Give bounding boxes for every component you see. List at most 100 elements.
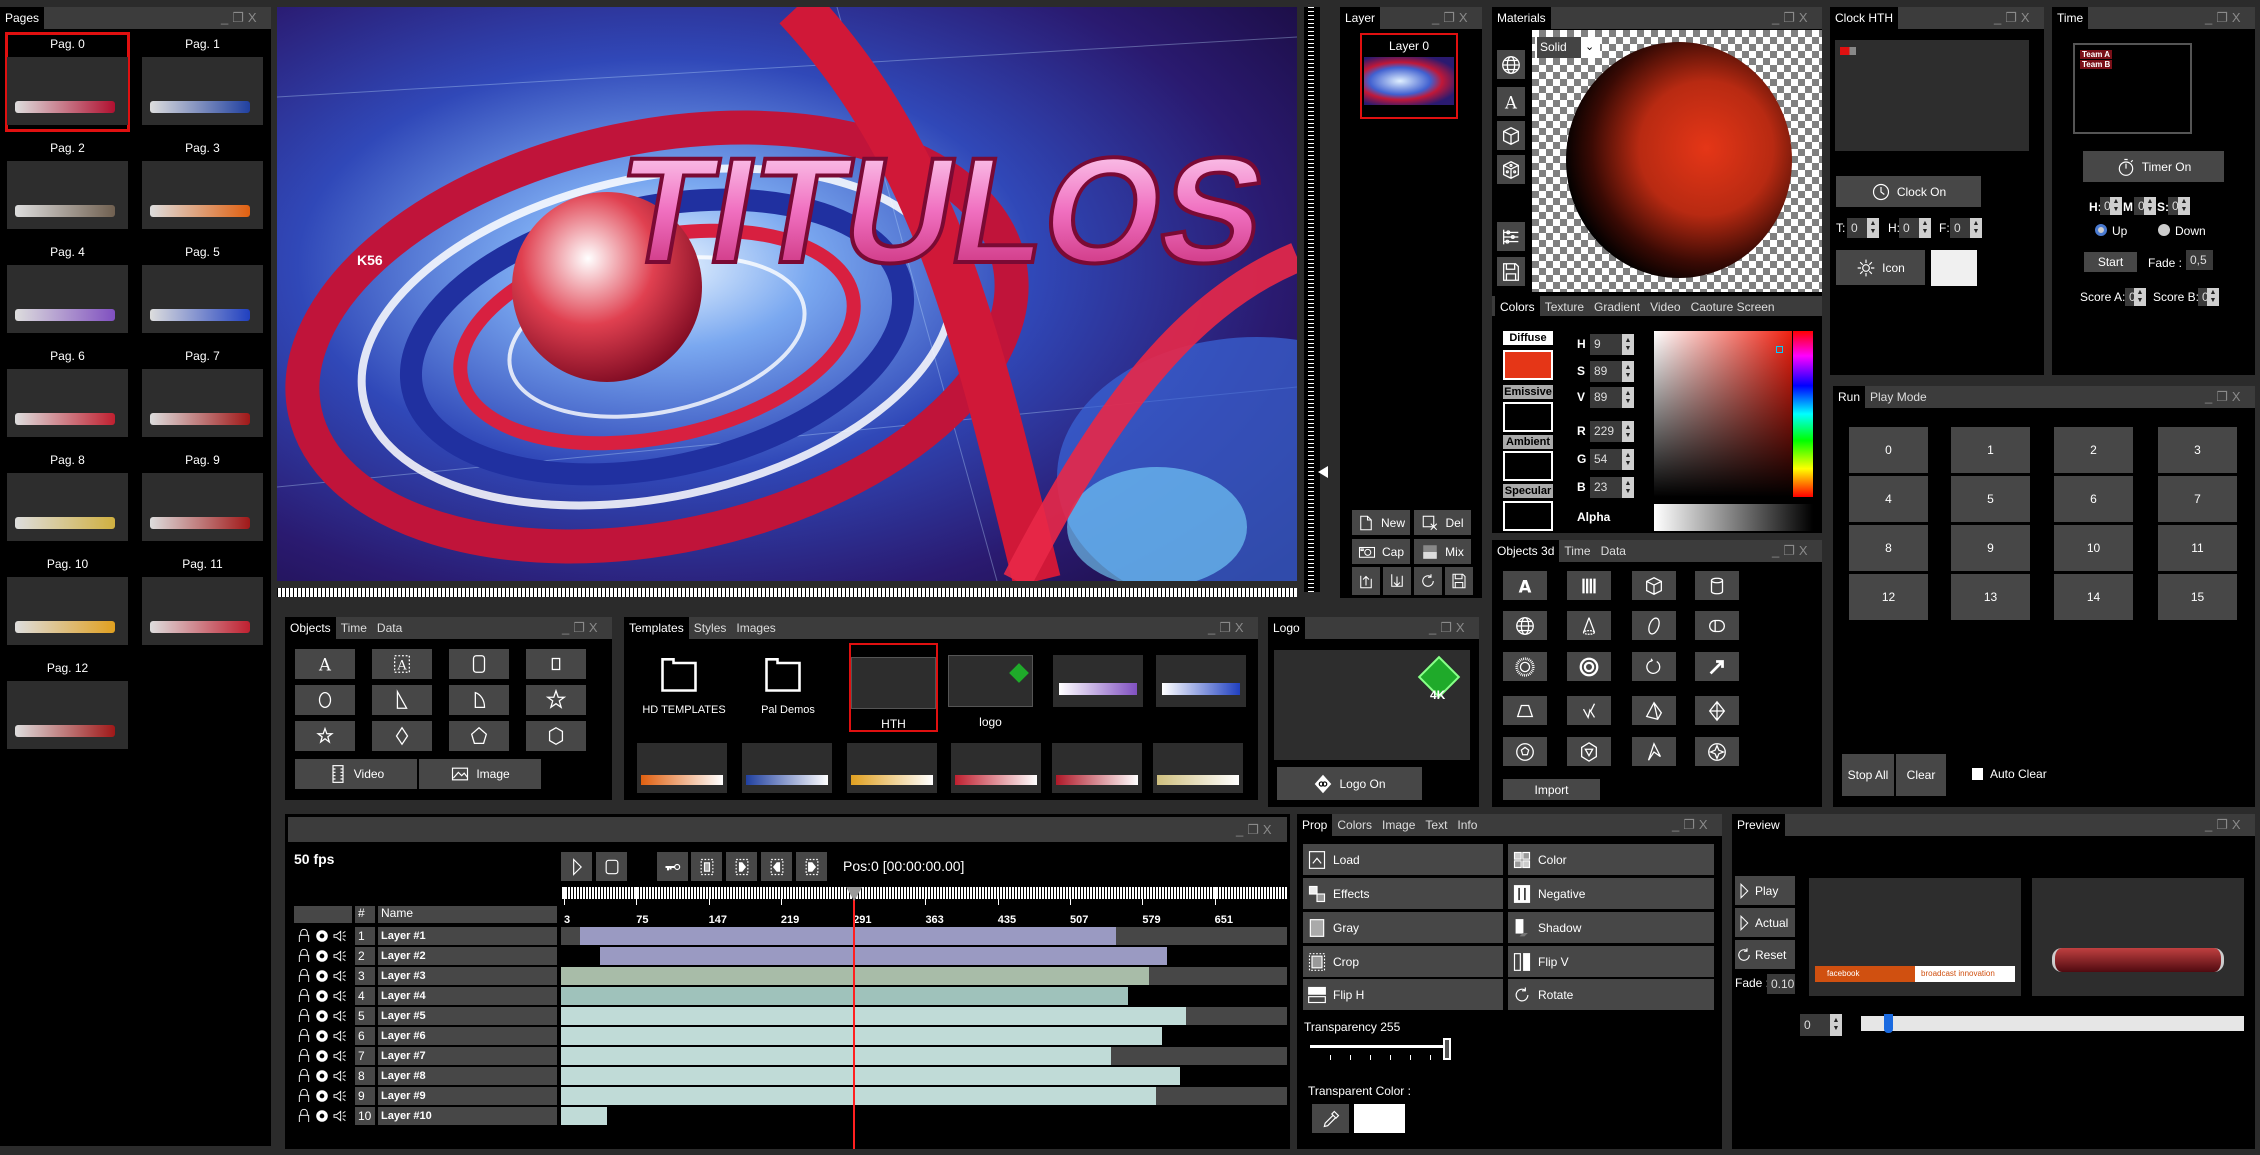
layer-clip-bar[interactable] [561,987,1129,1005]
material-slot-label[interactable]: Diffuse [1503,331,1553,345]
prev-key-button[interactable] [761,852,792,881]
close-button[interactable]: X [1456,620,1469,635]
layer-clip-bar[interactable] [561,1067,1181,1085]
negative-button[interactable]: Negative [1508,878,1714,909]
minimize-button[interactable]: _ [2205,10,2216,25]
color-button[interactable]: Color [1508,844,1714,875]
timer-field-s-spinner[interactable]: ▲ ▼ [2178,197,2190,215]
object3d-torus[interactable] [1503,652,1547,681]
run-button-5[interactable]: 5 [1951,476,2030,522]
page-item[interactable]: Pag. 4 [7,242,128,338]
next-key-button[interactable] [726,852,757,881]
page-item[interactable]: Pag. 9 [142,450,263,546]
play-preview-button[interactable]: Play [1735,876,1795,905]
preview-timeline-slider[interactable] [1861,1016,2244,1031]
run-button-15[interactable]: 15 [2158,574,2237,620]
close-button[interactable]: X [1459,10,1472,25]
run-button-10[interactable]: 10 [2054,525,2133,571]
layer-clip-bar[interactable] [561,1027,1163,1045]
color-field-s-spinner[interactable]: ▲ ▼ [1622,361,1634,382]
layer-clip-bar[interactable] [561,1087,1157,1105]
object3d-zigzag[interactable] [1567,696,1611,725]
logo-on-button[interactable]: Logo On [1277,767,1422,800]
material-tool-save[interactable] [1497,257,1525,286]
clock-field-f[interactable]: 0 [1950,218,1970,238]
run-button-4[interactable]: 4 [1849,476,1928,522]
tab-gradient[interactable]: Gradient [1589,296,1645,318]
tab-caoture-screen[interactable]: Caoture Screen [1686,296,1780,318]
transparent-color-swatch[interactable] [1354,1104,1405,1133]
fade-input[interactable]: 0,5 [2186,250,2213,270]
program-preview[interactable]: TITULOS K56 [277,7,1297,581]
export-button[interactable] [1383,567,1411,595]
score-field-1-spinner[interactable]: ▲ ▼ [2207,288,2219,306]
page-thumbnail[interactable] [7,161,128,229]
preview-frame-input-spinner[interactable]: ▲ ▼ [1830,1014,1842,1036]
tab-1[interactable]: Colors [1332,814,1377,836]
page-thumbnail[interactable] [7,681,128,749]
radio-up[interactable] [2095,224,2107,236]
close-button[interactable]: X [1263,822,1276,837]
run-button-13[interactable]: 13 [1951,574,2030,620]
color-field-s[interactable]: 89 [1590,361,1622,382]
timer-field-m-spinner[interactable]: ▲ ▼ [2144,197,2156,215]
page-thumbnail[interactable] [7,473,128,541]
page-thumbnail[interactable] [142,161,263,229]
minimize-button[interactable]: _ [1432,10,1443,25]
tab-1[interactable]: Styles [689,617,732,639]
page-item[interactable]: Pag. 12 [7,658,128,754]
clock-field-h-spinner[interactable]: ▲ ▼ [1919,218,1931,238]
tab-4[interactable]: Info [1452,814,1482,836]
material-tool-globe[interactable] [1497,50,1525,79]
color-field-g[interactable]: 54 [1590,449,1622,470]
tab-3[interactable]: Text [1420,814,1452,836]
page-item[interactable]: Pag. 0 [5,32,130,132]
tab-0[interactable]: Objects 3d [1492,540,1560,562]
timer-field-s[interactable]: 0 [2168,197,2179,215]
color-field-b[interactable]: 23 [1590,477,1622,498]
score-field-1[interactable]: 0 [2198,288,2209,306]
object3d-frustum[interactable] [1503,696,1547,725]
save-button[interactable] [1445,567,1473,595]
tab-title[interactable]: Materials [1492,7,1551,29]
object-circle[interactable] [295,685,355,715]
material-slot-swatch[interactable] [1503,501,1553,531]
object-quarter-shape[interactable] [449,685,509,715]
radio-down[interactable] [2158,224,2170,236]
tab-video[interactable]: Video [1645,296,1685,318]
layer-clip-bar[interactable] [561,1047,1112,1065]
object3d-ellipsoid[interactable] [1632,611,1676,640]
restore-button[interactable]: ❐ [1219,620,1235,635]
preview-thumbnail-a[interactable]: facebook broadcast innovation [1809,878,2021,996]
horizontal-ruler[interactable] [277,588,1297,597]
minimize-button[interactable]: _ [2205,389,2216,404]
object3d-octahedron[interactable] [1695,696,1739,725]
tab-texture[interactable]: Texture [1540,296,1589,318]
page-thumbnail[interactable] [7,577,128,645]
template-thumbnail[interactable] [1153,743,1243,793]
stop-all-button[interactable]: Stop All [1842,754,1894,796]
restore-button[interactable]: ❐ [2216,10,2232,25]
delete-layer-button[interactable]: Del [1414,510,1471,535]
close-button[interactable]: X [1699,817,1712,832]
tab-0[interactable]: Run [1833,386,1866,408]
page-thumbnail[interactable] [142,473,263,541]
color-picker-area[interactable] [1654,331,1792,497]
clock-field-t[interactable]: 0 [1847,218,1867,238]
clock-field-t-spinner[interactable]: ▲ ▼ [1867,218,1879,238]
object-hexagon[interactable] [526,721,586,751]
run-button-3[interactable]: 3 [2158,427,2237,473]
close-button[interactable]: X [1235,620,1248,635]
material-slot-label[interactable]: Ambient [1503,435,1553,449]
auto-clear-checkbox[interactable] [1972,768,1983,780]
page-item[interactable]: Pag. 7 [142,346,263,442]
material-slot-swatch[interactable] [1503,402,1553,432]
alpha-slider[interactable] [1654,504,1813,531]
object3d-pyramid[interactable] [1632,696,1676,725]
image-button[interactable]: Image [419,759,541,789]
tab-2[interactable]: Image [1377,814,1420,836]
template-thumbnail[interactable] [1156,655,1246,707]
restore-button[interactable]: ❐ [2216,817,2232,832]
close-button[interactable]: X [2232,10,2245,25]
transparency-slider-thumb[interactable] [1443,1038,1451,1060]
